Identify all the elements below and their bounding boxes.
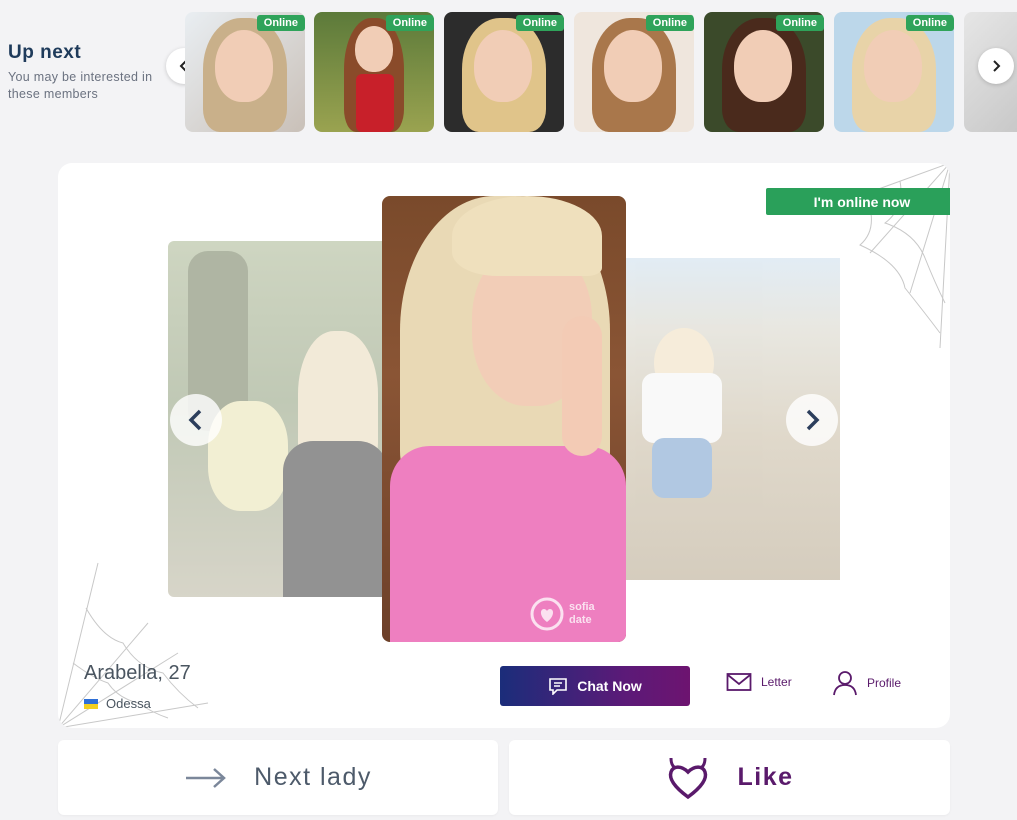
chat-now-label: Chat Now — [577, 678, 642, 694]
like-label: Like — [737, 763, 794, 791]
watermark-text: sofia date — [569, 601, 595, 626]
profile-location: Odessa — [84, 696, 151, 711]
online-badge: Online — [385, 15, 434, 31]
online-badge: Online — [905, 15, 954, 31]
letter-label: Letter — [761, 675, 792, 689]
profile-label: Profile — [867, 676, 902, 690]
online-badge: Online — [256, 15, 305, 31]
member-thumbnail[interactable]: Online — [574, 12, 694, 132]
member-thumbnail[interactable]: Online — [704, 12, 824, 132]
ukraine-flag-icon — [84, 698, 98, 709]
chevron-left-icon — [188, 409, 202, 431]
strip-next-button[interactable] — [978, 48, 1014, 84]
envelope-icon — [726, 673, 752, 691]
profile-card: I'm online now sofia date Arabella, 27 O… — [58, 163, 950, 728]
member-thumbnail[interactable]: Online — [444, 12, 564, 132]
member-thumbnail[interactable]: Online — [834, 12, 954, 132]
online-badge: Online — [775, 15, 824, 31]
profile-button[interactable]: Profile — [832, 670, 901, 696]
letter-button[interactable]: Letter — [726, 672, 792, 692]
member-thumbnail[interactable]: Online — [185, 12, 305, 132]
member-thumbnail[interactable]: Online — [314, 12, 434, 132]
chat-icon — [549, 678, 568, 695]
up-next-strip: Online Online Online Online Online Onlin… — [185, 12, 1017, 132]
photo-next-button[interactable] — [786, 394, 838, 446]
online-now-badge: I'm online now — [766, 188, 950, 215]
devil-heart-icon — [669, 757, 708, 799]
main-profile-photo[interactable]: sofia date — [382, 196, 626, 642]
next-lady-label: Next lady — [254, 763, 372, 791]
city-name: Odessa — [106, 696, 151, 711]
chevron-right-icon — [993, 60, 1001, 72]
user-icon — [833, 671, 857, 696]
online-badge: Online — [645, 15, 694, 31]
arrow-right-icon — [186, 767, 227, 788]
online-badge: Online — [515, 15, 564, 31]
like-button[interactable]: Like — [509, 740, 950, 815]
photo-prev-button[interactable] — [170, 394, 222, 446]
sofia-date-logo-icon — [530, 597, 564, 631]
chevron-right-icon — [806, 409, 820, 431]
chat-now-button[interactable]: Chat Now — [500, 666, 690, 706]
profile-name-age: Arabella, 27 — [84, 662, 191, 684]
next-lady-button[interactable]: Next lady — [58, 740, 498, 815]
up-next-title: Up next — [8, 42, 82, 63]
up-next-subtitle: You may be interested in these members — [8, 70, 153, 101]
